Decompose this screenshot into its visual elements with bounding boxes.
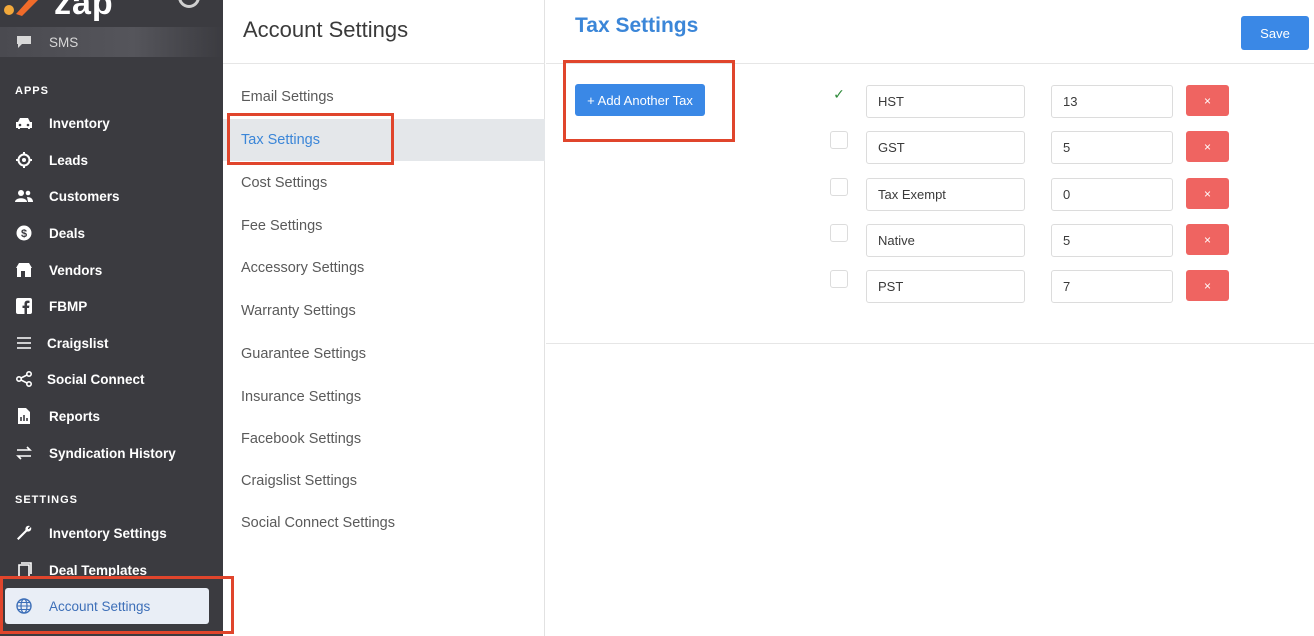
tax-row: × [546,131,1314,165]
sidebar-item-label: Leads [49,152,89,168]
sidebar-item-label: Reports [49,408,101,424]
sidebar-item-account-settings[interactable]: Account Settings [5,588,209,624]
sidebar-item-syndication-history[interactable]: Syndication History [0,438,223,468]
tax-name-input[interactable] [866,131,1025,164]
delete-tax-button[interactable]: × [1186,178,1229,209]
menu-item-tax-settings[interactable]: Tax Settings [223,119,545,161]
tax-row: ✓ × [546,85,1314,119]
delete-tax-button[interactable]: × [1186,270,1229,301]
divider [546,343,1314,344]
tax-enabled-checkbox[interactable]: ✓ [830,85,848,103]
divider [223,63,545,64]
menu-item-fee-settings[interactable]: Fee Settings [223,205,545,247]
menu-item-insurance-settings[interactable]: Insurance Settings [223,376,545,418]
store-icon [14,260,34,280]
tax-enabled-checkbox[interactable] [830,224,848,242]
car-icon [14,113,34,133]
sidebar-item-deals[interactable]: $ Deals [0,218,223,248]
panel-title: Account Settings [243,17,409,42]
apps-section-title: APPS [15,85,49,97]
sidebar-item-fbmp[interactable]: FBMP [0,291,223,321]
menu-item-email-settings[interactable]: Email Settings [223,76,545,118]
sidebar: zap SMS APPS Inventory Leads Customers $… [0,0,223,636]
tax-name-input[interactable] [866,85,1025,118]
sidebar-item-label: Account Settings [49,598,151,614]
tax-name-input[interactable] [866,270,1025,303]
sidebar-item-label: Deal Templates [49,562,148,578]
page-title: Tax Settings [575,14,699,37]
tax-rate-input[interactable] [1051,131,1173,164]
menu-item-warranty-settings[interactable]: Warranty Settings [223,290,545,332]
delete-tax-button[interactable]: × [1186,224,1229,255]
sidebar-item-customers[interactable]: Customers [0,181,223,211]
tax-enabled-checkbox[interactable] [830,270,848,288]
tax-rate-input[interactable] [1051,224,1173,257]
sidebar-item-label: Syndication History [49,445,176,461]
sidebar-item-deal-templates[interactable]: Deal Templates [0,555,223,585]
tax-settings-panel: Tax Settings Save + Add Another Tax ✓ × … [546,0,1314,636]
chat-icon [14,32,34,52]
zap-logo-icon [4,0,38,16]
tax-row: × [546,270,1314,304]
swap-icon [14,443,34,463]
target-icon [14,150,34,170]
list-icon [14,333,34,353]
menu-item-social-connect-settings[interactable]: Social Connect Settings [223,502,545,544]
template-icon [14,560,34,580]
dollar-icon: $ [14,223,34,243]
settings-menu-panel: Account Settings Email Settings Tax Sett… [223,0,545,636]
sidebar-item-leads[interactable]: Leads [0,145,223,175]
sidebar-item-inventory[interactable]: Inventory [0,108,223,138]
delete-tax-button[interactable]: × [1186,131,1229,162]
sidebar-item-label: Social Connect [47,371,145,387]
settings-section-title: SETTINGS [15,494,79,506]
divider [546,63,1314,64]
sidebar-item-label: Inventory [49,115,110,131]
sidebar-item-vendors[interactable]: Vendors [0,255,223,285]
tax-row: × [546,178,1314,212]
tax-rate-input[interactable] [1051,270,1173,303]
sidebar-item-label: Inventory Settings [49,525,167,541]
menu-item-facebook-settings[interactable]: Facebook Settings [223,418,545,460]
report-icon [14,406,34,426]
share-icon [14,369,34,389]
globe-icon [14,596,34,616]
tax-enabled-checkbox[interactable] [830,131,848,149]
sidebar-item-reports[interactable]: Reports [0,401,223,431]
sidebar-item-craigslist[interactable]: Craigslist [0,328,223,358]
tax-enabled-checkbox[interactable] [830,178,848,196]
sidebar-item-social-connect[interactable]: Social Connect [0,364,223,394]
sidebar-item-label: Deals [49,225,86,241]
sidebar-item-label: Craigslist [47,335,109,351]
sidebar-item-sms[interactable]: SMS [0,27,223,57]
settings-gear-icon[interactable] [178,0,200,8]
menu-item-craigslist-settings[interactable]: Craigslist Settings [223,460,545,502]
wrench-icon [14,523,34,543]
logo-text: zap [54,0,114,22]
save-button[interactable]: Save [1241,16,1309,50]
svg-text:$: $ [21,228,27,240]
tax-row: × [546,224,1314,258]
menu-item-guarantee-settings[interactable]: Guarantee Settings [223,333,545,375]
sidebar-item-inventory-settings[interactable]: Inventory Settings [0,518,223,548]
users-icon [14,186,34,206]
sidebar-item-label: Customers [49,188,120,204]
facebook-icon [14,296,34,316]
menu-item-cost-settings[interactable]: Cost Settings [223,162,545,204]
menu-item-accessory-settings[interactable]: Accessory Settings [223,247,545,289]
tax-rate-input[interactable] [1051,178,1173,211]
tax-rate-input[interactable] [1051,85,1173,118]
sidebar-item-label: Vendors [49,262,103,278]
tax-name-input[interactable] [866,178,1025,211]
logo[interactable]: zap [0,0,223,22]
sidebar-item-label: FBMP [49,298,88,314]
sidebar-item-label: SMS [49,34,79,50]
delete-tax-button[interactable]: × [1186,85,1229,116]
tax-name-input[interactable] [866,224,1025,257]
